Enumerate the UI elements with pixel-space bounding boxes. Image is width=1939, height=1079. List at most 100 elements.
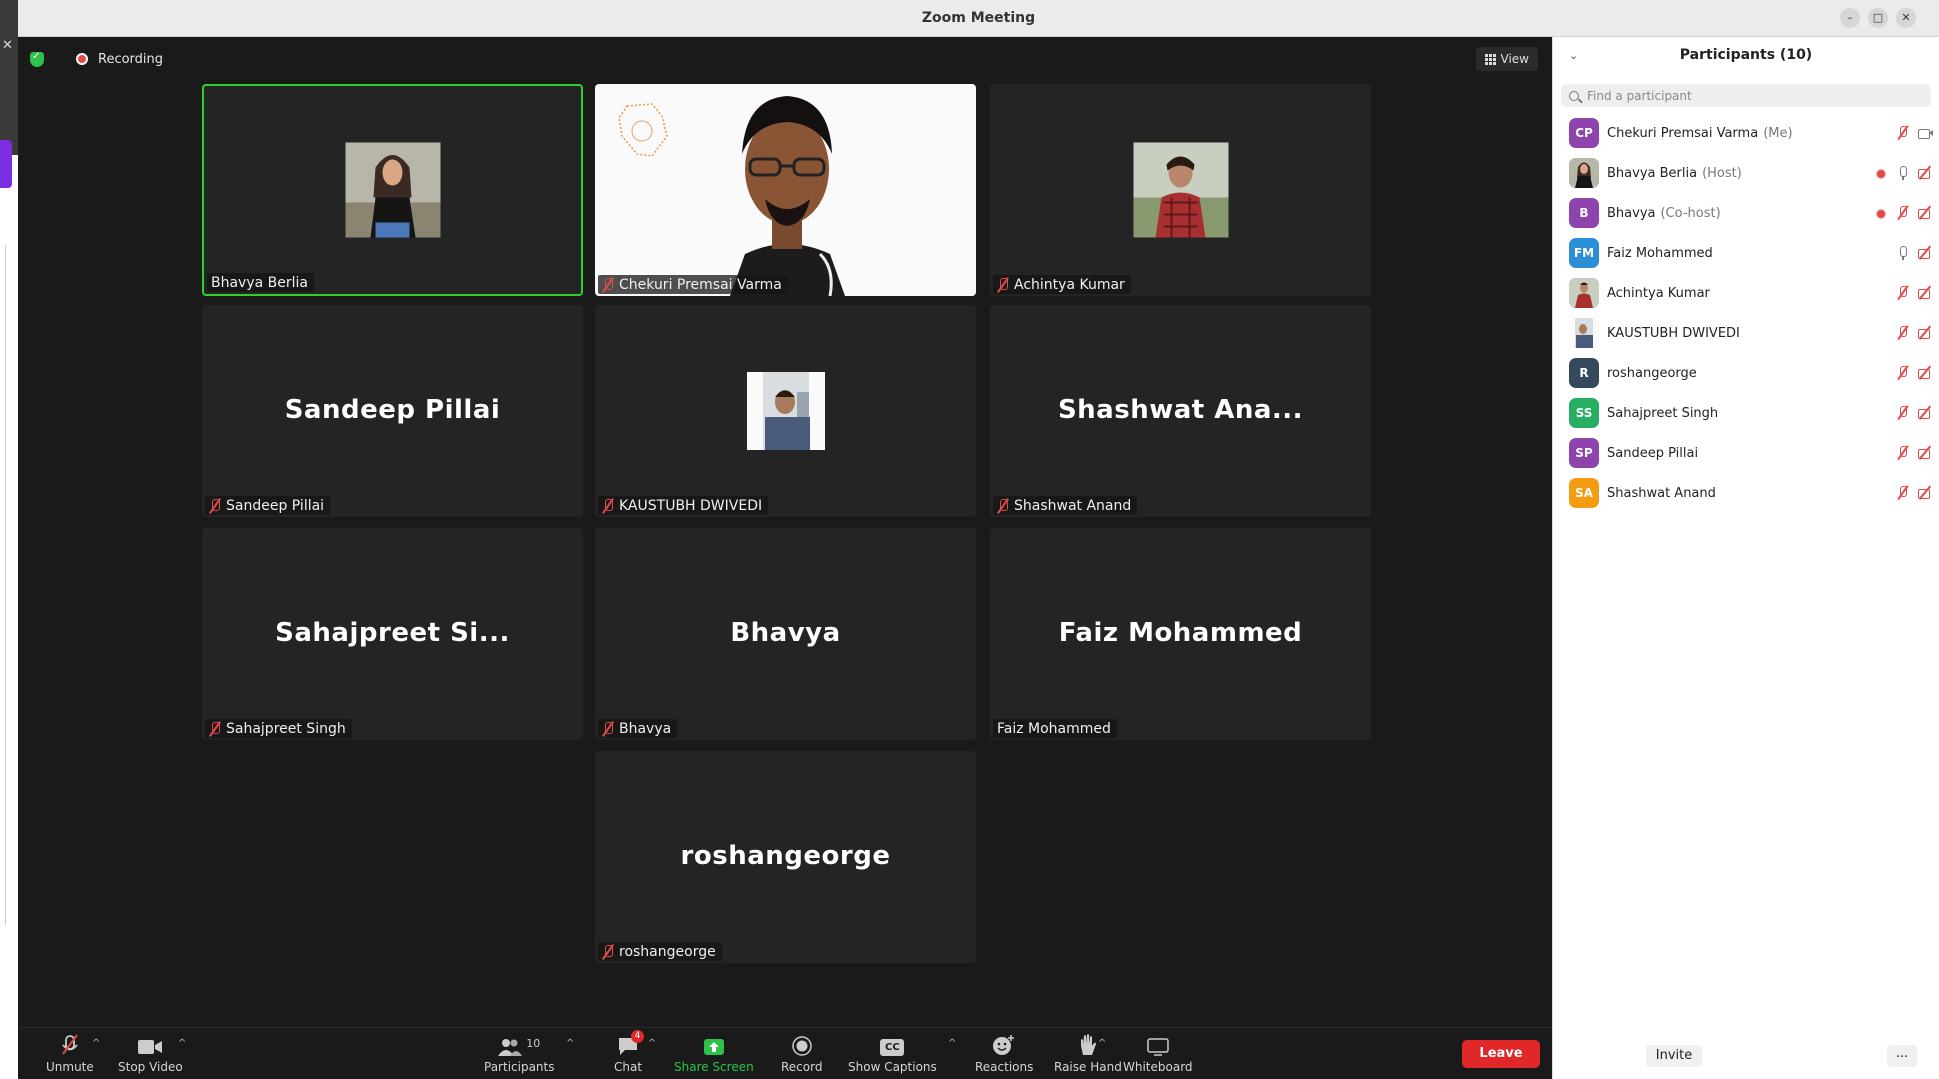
participant-row[interactable]: Achintya Kumar [1553, 273, 1939, 313]
avatar [1569, 158, 1599, 188]
participant-name: Shashwat Anand [1014, 497, 1132, 514]
avatar [1569, 318, 1599, 348]
video-off-icon[interactable] [1917, 205, 1933, 221]
participant-row[interactable]: SS Sahajpreet Singh [1553, 393, 1939, 433]
participant-name: Achintya Kumar [1014, 276, 1125, 293]
video-tile[interactable]: Sandeep Pillai Sandeep Pillai [202, 305, 583, 517]
mic-muted-icon [209, 498, 221, 513]
screen: ✕ Zoom Meeting – □ ✕ Recording View [0, 0, 1939, 1079]
leave-button[interactable]: Leave [1462, 1040, 1540, 1068]
share-screen-button[interactable]: Share Screen [674, 1034, 754, 1074]
video-off-icon[interactable] [1917, 365, 1933, 381]
participant-name: KAUSTUBH DWIVEDI [1607, 325, 1740, 341]
video-off-icon[interactable] [1917, 245, 1933, 261]
mic-muted-icon[interactable] [1895, 285, 1911, 301]
participant-name: Sahajpreet Singh [226, 720, 346, 737]
video-options-chevron-icon[interactable]: ^ [178, 1038, 186, 1049]
participant-row[interactable]: KAUSTUBH DWIVEDI [1553, 313, 1939, 353]
mic-muted-icon[interactable] [1895, 325, 1911, 341]
mic-muted-icon [997, 498, 1009, 513]
close-window-button[interactable]: ✕ [1896, 8, 1916, 28]
participant-row[interactable]: SP Sandeep Pillai [1553, 433, 1939, 473]
mic-muted-icon[interactable] [1895, 125, 1911, 141]
participant-name: Sandeep Pillai [1607, 445, 1699, 461]
participant-row[interactable]: Bhavya Berlia (Host) [1553, 153, 1939, 193]
video-tile[interactable]: KAUSTUBH DWIVEDI [595, 305, 976, 517]
show-captions-button[interactable]: CC Show Captions [848, 1034, 937, 1074]
participant-name-tag: KAUSTUBH DWIVEDI [598, 496, 769, 515]
captions-options-chevron-icon[interactable]: ^ [948, 1038, 956, 1049]
participant-name-tag: Bhavya [598, 719, 678, 738]
participant-name: Faiz Mohammed [997, 720, 1111, 737]
video-tile[interactable]: Shashwat Ana... Shashwat Anand [990, 305, 1371, 517]
participant-row[interactable]: SA Shashwat Anand [1553, 473, 1939, 513]
whiteboard-button[interactable]: Whiteboard [1123, 1034, 1193, 1074]
participant-row[interactable]: B Bhavya (Co-host) [1553, 193, 1939, 233]
audio-options-chevron-icon[interactable]: ^ [92, 1038, 100, 1049]
mic-muted-icon[interactable] [1895, 445, 1911, 461]
more-options-button[interactable]: ... [1887, 1045, 1917, 1067]
participant-name-tag: Chekuri Premsai Varma [598, 275, 788, 294]
video-tile[interactable]: Bhavya Bhavya [595, 528, 976, 740]
background-app-accent [0, 140, 12, 188]
chat-options-chevron-icon[interactable]: ^ [648, 1038, 656, 1049]
video-off-icon[interactable] [1917, 445, 1933, 461]
participant-display-name: roshangeorge [680, 841, 891, 871]
reactions-button[interactable]: Reactions [975, 1034, 1033, 1074]
video-off-icon[interactable] [1917, 485, 1933, 501]
minimize-button[interactable]: – [1840, 8, 1860, 28]
view-label: View [1500, 52, 1529, 66]
background-app-scrollbar[interactable] [5, 245, 13, 925]
video-off-icon[interactable] [1917, 405, 1933, 421]
maximize-button[interactable]: □ [1868, 8, 1888, 28]
chat-button[interactable]: 4 Chat [614, 1030, 645, 1074]
video-tile[interactable]: Faiz Mohammed Faiz Mohammed [990, 528, 1371, 740]
participants-button[interactable]: 10 Participants [484, 1034, 555, 1074]
stop-video-button[interactable]: Stop Video [118, 1034, 183, 1074]
video-off-icon[interactable] [1917, 285, 1933, 301]
mic-muted-icon[interactable] [1895, 365, 1911, 381]
background-app-header [0, 0, 18, 155]
shield-icon[interactable] [30, 51, 44, 67]
mic-muted-icon[interactable] [1895, 485, 1911, 501]
mic-muted-icon[interactable] [1895, 205, 1911, 221]
participant-row[interactable]: FM Faiz Mohammed [1553, 233, 1939, 273]
participant-row[interactable]: R roshangeorge [1553, 353, 1939, 393]
background-app-strip: ✕ [0, 0, 18, 1079]
video-on-icon[interactable] [1917, 125, 1933, 141]
video-tile[interactable]: roshangeorge roshangeorge [595, 751, 976, 963]
avatar: SP [1569, 438, 1599, 468]
mic-on-icon[interactable] [1895, 165, 1911, 181]
close-icon[interactable]: ✕ [2, 38, 13, 53]
participant-role: (Host) [1702, 165, 1742, 181]
record-button[interactable]: Record [781, 1034, 822, 1074]
raise-hand-options-chevron-icon[interactable]: ^ [1098, 1038, 1106, 1049]
participants-list: CP Chekuri Premsai Varma (Me) Bhavya Ber… [1553, 113, 1939, 513]
reactions-label: Reactions [975, 1060, 1034, 1074]
participant-display-name: Shashwat Ana... [1057, 395, 1304, 425]
participant-search-input[interactable]: Find a participant [1561, 84, 1931, 107]
avatar: B [1569, 198, 1599, 228]
invite-button[interactable]: Invite [1646, 1045, 1702, 1067]
participant-name-tag: Achintya Kumar [993, 275, 1131, 294]
video-tile[interactable]: Chekuri Premsai Varma [595, 84, 976, 296]
view-button[interactable]: View [1475, 47, 1538, 71]
video-off-icon[interactable] [1917, 165, 1933, 181]
video-tile[interactable]: Bhavya Berlia [202, 84, 583, 296]
participants-options-chevron-icon[interactable]: ^ [566, 1038, 574, 1049]
participant-row[interactable]: CP Chekuri Premsai Varma (Me) [1553, 113, 1939, 153]
video-off-icon[interactable] [1917, 325, 1933, 341]
participant-name: Faiz Mohammed [1607, 245, 1713, 261]
raise-hand-label: Raise Hand [1054, 1060, 1122, 1074]
mic-muted-icon[interactable] [1895, 405, 1911, 421]
participant-name-tag: Faiz Mohammed [993, 719, 1117, 738]
chat-icon: 4 [617, 1030, 645, 1056]
raise-hand-button[interactable]: Raise Hand [1054, 1034, 1122, 1074]
video-tile[interactable]: Sahajpreet Si... Sahajpreet Singh [202, 528, 583, 740]
record-icon [791, 1034, 812, 1056]
unmute-button[interactable]: Unmute [46, 1034, 94, 1074]
video-tile[interactable]: Achintya Kumar [990, 84, 1371, 296]
avatar: R [1569, 358, 1599, 388]
mic-on-icon[interactable] [1895, 245, 1911, 261]
participant-name: Sahajpreet Singh [1607, 405, 1719, 421]
